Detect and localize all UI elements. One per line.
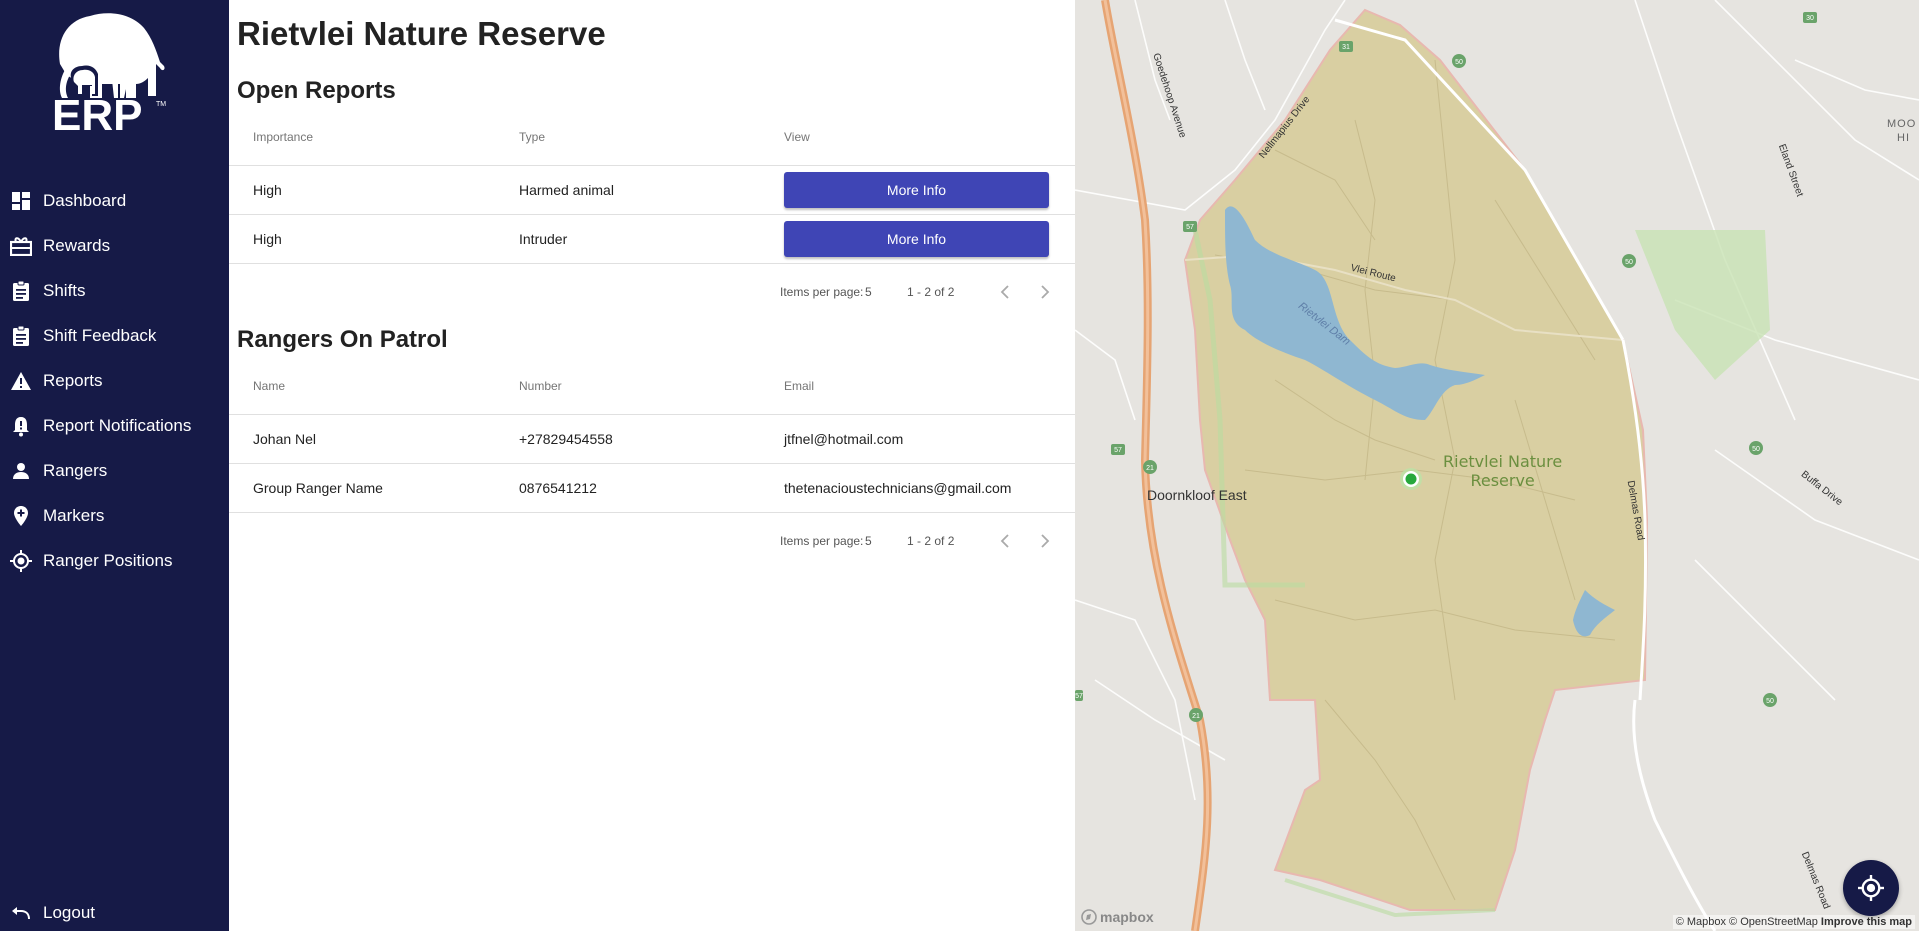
svg-text:50: 50 xyxy=(1766,698,1774,705)
improve-map-link[interactable]: Improve this map xyxy=(1821,916,1912,928)
table-row: Johan Nel +27829454558 jtfnel@hotmail.co… xyxy=(229,415,1075,464)
importance-cell: High xyxy=(253,231,282,247)
table-row: Group Ranger Name 0876541212 thetenaciou… xyxy=(229,464,1075,513)
page-range: 1 - 2 of 2 xyxy=(907,534,955,548)
sidebar-item-label: Rangers xyxy=(43,461,108,480)
column-header-view[interactable]: View xyxy=(784,130,810,144)
chevron-left-icon xyxy=(1000,285,1009,299)
mapbox-logo[interactable]: mapbox xyxy=(1081,909,1154,925)
svg-text:57: 57 xyxy=(1114,447,1122,454)
items-per-page-label: Items per page: xyxy=(780,534,864,548)
svg-text:21: 21 xyxy=(1146,465,1154,472)
sidebar-item-reports[interactable]: Reports xyxy=(0,361,229,399)
attribution-text[interactable]: © Mapbox © OpenStreetMap xyxy=(1676,916,1818,928)
map-attribution: © Mapbox © OpenStreetMap Improve this ma… xyxy=(1672,915,1915,929)
column-header-name[interactable]: Name xyxy=(253,379,285,393)
ranger-email-cell: jtfnel@hotmail.com xyxy=(784,431,904,447)
page-range: 1 - 2 of 2 xyxy=(907,285,955,299)
sidebar-item-label: Ranger Positions xyxy=(43,551,173,570)
sidebar: ERP TM Dashboard Rewards Shifts Shift Fe… xyxy=(0,0,229,931)
type-cell: Harmed animal xyxy=(519,182,614,198)
svg-text:50: 50 xyxy=(1625,259,1633,266)
items-per-page-select[interactable]: 5 xyxy=(865,285,872,299)
ranger-email-cell: thetenacioustechnicians@gmail.com xyxy=(784,480,1012,496)
map-view[interactable]: 31 30 50 50 50 50 57 57 21 21 57 Rietvle… xyxy=(1075,0,1919,931)
sidebar-item-label: Report Notifications xyxy=(43,416,192,435)
bell-alert-icon xyxy=(10,415,32,437)
svg-text:ERP: ERP xyxy=(52,91,142,140)
ranger-name-cell: Group Ranger Name xyxy=(253,480,383,496)
sidebar-item-shifts[interactable]: Shifts xyxy=(0,271,229,309)
elephant-logo-icon: ERP TM xyxy=(52,13,166,140)
rewards-icon xyxy=(10,235,32,257)
next-page-button[interactable] xyxy=(1035,531,1055,551)
sidebar-item-markers[interactable]: Markers xyxy=(0,496,229,534)
chevron-right-icon xyxy=(1041,534,1050,548)
person-icon xyxy=(10,460,32,482)
ranger-number-cell: 0876541212 xyxy=(519,480,597,496)
chevron-right-icon xyxy=(1041,285,1050,299)
area-label: Doornkloof East xyxy=(1147,487,1247,503)
sidebar-item-label: Rewards xyxy=(43,236,111,255)
clipboard-icon xyxy=(10,325,32,347)
svg-text:31: 31 xyxy=(1342,44,1350,51)
chevron-left-icon xyxy=(1000,534,1009,548)
mapbox-icon xyxy=(1081,909,1097,925)
svg-text:50: 50 xyxy=(1752,446,1760,453)
table-row: High Harmed animal More Info xyxy=(229,166,1075,215)
more-info-button[interactable]: More Info xyxy=(784,221,1049,257)
importance-cell: High xyxy=(253,182,282,198)
type-cell: Intruder xyxy=(519,231,568,247)
column-header-type[interactable]: Type xyxy=(519,130,545,144)
column-header-number[interactable]: Number xyxy=(519,379,562,393)
erp-logo: ERP TM xyxy=(52,6,172,146)
sidebar-item-label: Shift Feedback xyxy=(43,326,157,345)
sidebar-item-shift-feedback[interactable]: Shift Feedback xyxy=(0,316,229,354)
page-title: Rietvlei Nature Reserve xyxy=(237,15,606,52)
logout-label: Logout xyxy=(43,903,95,922)
corner-label-1: MOO xyxy=(1887,118,1917,130)
next-page-button[interactable] xyxy=(1035,282,1055,302)
sidebar-item-label: Shifts xyxy=(43,281,86,300)
sidebar-item-rewards[interactable]: Rewards xyxy=(0,226,229,264)
main-content: Rietvlei Nature Reserve Open Reports Imp… xyxy=(229,0,1075,931)
add-location-icon xyxy=(10,505,32,527)
svg-text:30: 30 xyxy=(1806,15,1814,22)
sidebar-item-label: Reports xyxy=(43,371,103,390)
more-info-button[interactable]: More Info xyxy=(784,172,1049,208)
svg-text:TM: TM xyxy=(156,101,166,108)
logout-button[interactable]: Logout xyxy=(0,893,229,931)
table-row: High Intruder More Info xyxy=(229,215,1075,264)
my-location-icon xyxy=(10,550,32,572)
svg-text:57: 57 xyxy=(1186,224,1194,231)
items-per-page-label: Items per page: xyxy=(780,285,864,299)
svg-text:57: 57 xyxy=(1075,693,1083,700)
svg-text:21: 21 xyxy=(1192,713,1200,720)
undo-icon xyxy=(10,902,32,924)
crosshair-icon xyxy=(1858,875,1884,901)
previous-page-button[interactable] xyxy=(995,531,1015,551)
sidebar-item-label: Markers xyxy=(43,506,105,525)
geolocate-button[interactable] xyxy=(1843,860,1899,916)
sidebar-item-label: Dashboard xyxy=(43,191,127,210)
ranger-name-cell: Johan Nel xyxy=(253,431,317,447)
rangers-on-patrol-title: Rangers On Patrol xyxy=(237,326,448,353)
sidebar-item-rangers[interactable]: Rangers xyxy=(0,451,229,489)
open-reports-title: Open Reports xyxy=(237,77,396,104)
column-header-email[interactable]: Email xyxy=(784,379,814,393)
dashboard-icon xyxy=(10,190,32,212)
svg-text:50: 50 xyxy=(1455,59,1463,66)
sidebar-item-dashboard[interactable]: Dashboard xyxy=(0,181,229,219)
sidebar-item-report-notifications[interactable]: Report Notifications xyxy=(0,406,229,444)
items-per-page-select[interactable]: 5 xyxy=(865,534,872,548)
warning-icon xyxy=(10,370,32,392)
ranger-number-cell: +27829454558 xyxy=(519,431,613,447)
sidebar-item-ranger-positions[interactable]: Ranger Positions xyxy=(0,541,229,579)
corner-label-2: HI xyxy=(1897,132,1910,144)
column-header-importance[interactable]: Importance xyxy=(253,130,313,144)
previous-page-button[interactable] xyxy=(995,282,1015,302)
reserve-label: Rietvlei Nature Reserve xyxy=(1443,452,1563,490)
clipboard-icon xyxy=(10,280,32,302)
